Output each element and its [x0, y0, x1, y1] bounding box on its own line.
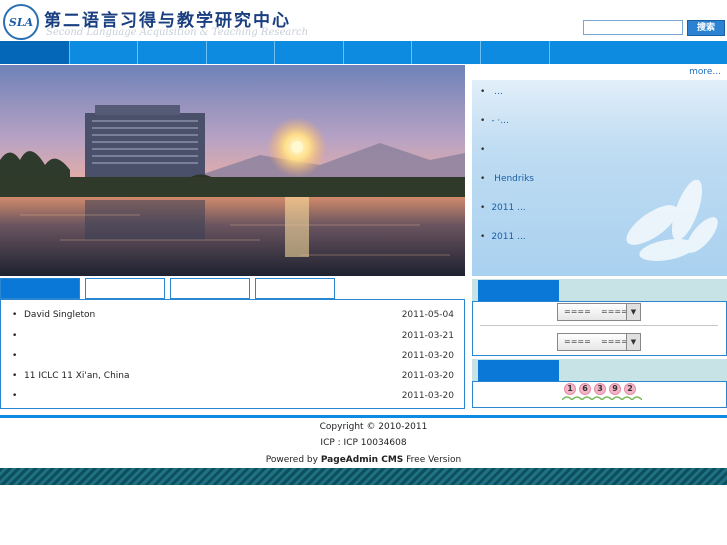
notice-item[interactable]: • ... — [480, 87, 720, 97]
copyright-text: Copyright © 2010-2011 — [319, 422, 428, 432]
footer-divider — [0, 415, 727, 418]
list-item[interactable]: • 2011-03-21 — [12, 326, 454, 346]
search-button[interactable]: 搜索 — [687, 20, 725, 36]
notice-panel: more... • ... • - ·... • • Hendriks • 2011… — [472, 65, 727, 276]
tab-4[interactable] — [255, 278, 335, 299]
nav-item[interactable] — [481, 41, 550, 64]
divider — [480, 325, 718, 326]
footer-bar — [0, 468, 727, 485]
pageadmin-link[interactable]: PageAdmin CMS — [321, 455, 403, 465]
grass-decoration-icon — [562, 396, 642, 400]
main-nav — [0, 41, 727, 64]
news-list: • David Singleton 2011-05-04 • 2011-03-21 … — [0, 299, 465, 409]
site-subtitle: Second Language Acquisition & Teaching R… — [46, 27, 309, 38]
more-link[interactable]: more... — [689, 67, 721, 77]
notice-item[interactable]: • Hendriks — [480, 174, 720, 184]
sunset-campus-photo — [0, 65, 465, 276]
counter-tab — [478, 360, 559, 381]
list-item[interactable]: • 2011-03-20 — [12, 346, 454, 366]
nav-item[interactable] — [70, 41, 138, 64]
nav-item[interactable] — [275, 41, 344, 64]
counter-header — [472, 359, 727, 381]
icp-text: ICP : ICP 10034608 — [320, 438, 407, 448]
tab-2[interactable] — [85, 278, 165, 299]
banner-image — [0, 65, 465, 276]
notice-item[interactable]: • - ·... — [480, 116, 720, 126]
search-input[interactable] — [583, 20, 683, 35]
tab-3[interactable] — [170, 278, 250, 299]
powered-by-text: Powered by PageAdmin CMS Free Version — [265, 455, 462, 465]
nav-item[interactable] — [412, 41, 481, 64]
nav-item[interactable] — [344, 41, 412, 64]
list-item[interactable]: • David Singleton 2011-05-04 — [12, 305, 454, 325]
tab-news[interactable] — [0, 278, 80, 299]
links-tab[interactable] — [478, 280, 559, 301]
chevron-down-icon[interactable]: ▼ — [626, 334, 640, 350]
nav-item[interactable] — [138, 41, 207, 64]
related-links-select[interactable]: ==== ==== ▼ — [557, 333, 641, 351]
list-item[interactable]: • 11 ICLC 11 Xi'an, China 2011-03-20 — [12, 366, 454, 386]
dragonfly-decoration-icon — [626, 179, 718, 261]
notice-item[interactable]: • 2011 ... — [480, 203, 720, 213]
links-header — [472, 279, 727, 301]
list-item[interactable]: • 2011-03-20 — [12, 386, 454, 406]
header: SLA 第二语言习得与教学研究中心 Second Language Acquis… — [0, 0, 727, 40]
nav-item-home[interactable] — [0, 41, 70, 64]
notice-item[interactable]: • — [480, 145, 720, 155]
site-logo[interactable]: SLA — [3, 4, 39, 40]
notice-item[interactable]: • 2011 ... — [480, 232, 720, 242]
friend-links-select[interactable]: ==== ==== ▼ — [557, 303, 641, 321]
chevron-down-icon[interactable]: ▼ — [626, 304, 640, 320]
nav-item[interactable] — [207, 41, 275, 64]
notice-header: more... — [472, 65, 727, 80]
